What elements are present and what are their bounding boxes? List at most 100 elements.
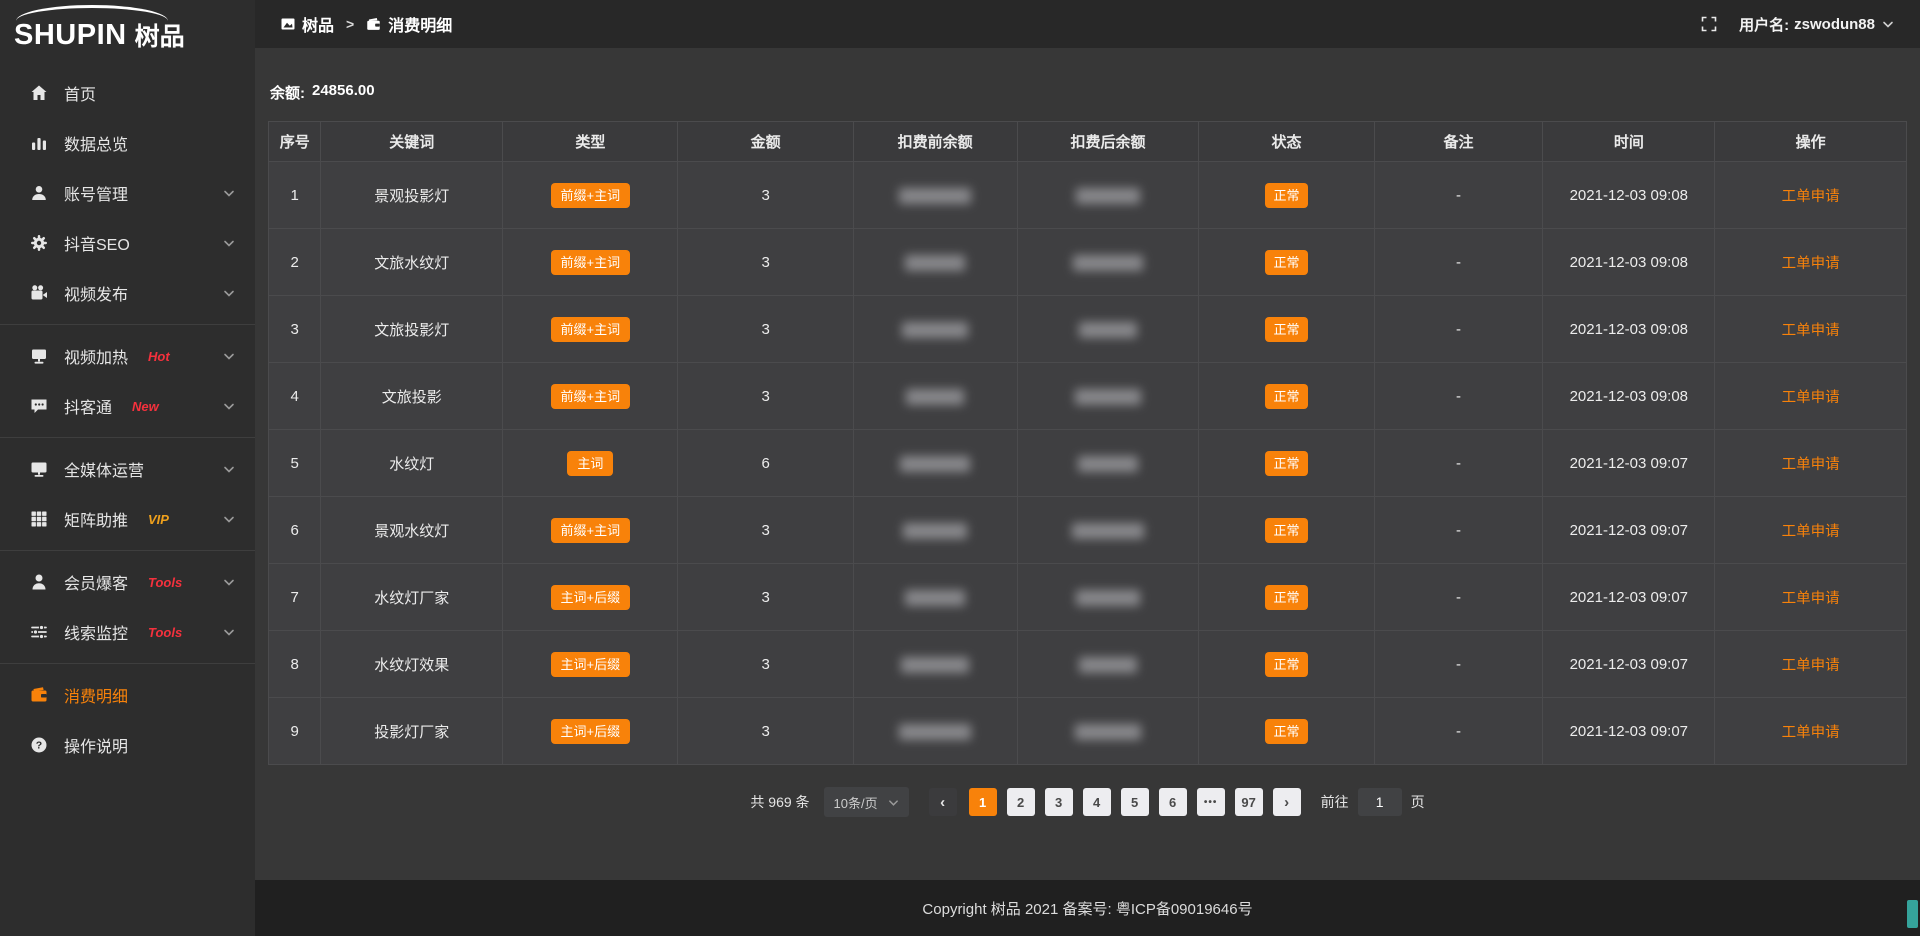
table-row: 1景观投影灯前缀+主词3正常-2021-12-03 09:08工单申请 (269, 162, 1907, 229)
work-order-link[interactable]: 工单申请 (1782, 658, 1840, 674)
cell-seq: 1 (269, 162, 321, 229)
cell-keyword: 文旅投影灯 (321, 296, 503, 363)
sidebar-item-数据总览[interactable]: 数据总览 (0, 118, 255, 168)
page-button-1[interactable]: 1 (969, 788, 997, 816)
work-order-link[interactable]: 工单申请 (1782, 323, 1840, 339)
sidebar-item-视频发布[interactable]: 视频发布 (0, 268, 255, 318)
redacted-balance-before (899, 724, 971, 740)
chevron-down-icon (223, 187, 235, 199)
cell-keyword: 景观水纹灯 (321, 497, 503, 564)
page-button-97[interactable]: 97 (1235, 788, 1263, 816)
page-ellipsis-button[interactable]: ••• (1197, 788, 1225, 816)
cell-status: 正常 (1199, 296, 1374, 363)
cell-time: 2021-12-03 09:07 (1543, 631, 1715, 698)
cell-keyword: 文旅投影 (321, 363, 503, 430)
sidebar-item-全媒体运营[interactable]: 全媒体运营 (0, 444, 255, 494)
sidebar-item-线索监控[interactable]: 线索监控 Tools (0, 607, 255, 657)
page-button-3[interactable]: 3 (1045, 788, 1073, 816)
work-order-link[interactable]: 工单申请 (1782, 725, 1840, 741)
chevron-down-icon (1882, 18, 1894, 30)
sidebar-item-首页[interactable]: 首页 (0, 68, 255, 118)
sidebar-item-会员爆客[interactable]: 会员爆客Tools (0, 557, 255, 607)
page-button-4[interactable]: 4 (1083, 788, 1111, 816)
table-row: 5水纹灯主词6正常-2021-12-03 09:07工单申请 (269, 430, 1907, 497)
sidebar-item-视频加热[interactable]: 视频加热Hot (0, 331, 255, 381)
sidebar-item-账号管理[interactable]: 账号管理 (0, 168, 255, 218)
sidebar-item-badge: Tools (148, 625, 182, 640)
cell-balance-before (853, 497, 1017, 564)
chevron-down-icon (223, 237, 235, 249)
status-badge: 正常 (1265, 585, 1307, 610)
table-row: 8水纹灯效果主词+后缀3正常-2021-12-03 09:07工单申请 (269, 631, 1907, 698)
username-value: zswodun88 (1794, 16, 1875, 33)
sidebar-item-badge: New (132, 399, 159, 414)
user-menu[interactable]: 用户名: zswodun88 (1739, 14, 1894, 35)
chevron-down-icon (223, 513, 235, 525)
type-badge: 主词+后缀 (551, 652, 631, 677)
sidebar-item-消费明细[interactable]: 消费明细 (0, 670, 255, 720)
work-order-link[interactable]: 工单申请 (1782, 591, 1840, 607)
footer: Copyright 树品 2021 备案号: 粤ICP备09019646号 (255, 880, 1920, 936)
cell-balance-before (853, 229, 1017, 296)
bar-chart-icon (30, 134, 48, 152)
sidebar-item-抖音SEO[interactable]: 抖音SEO (0, 218, 255, 268)
username-label: 用户名: (1739, 14, 1789, 35)
goto-page-input[interactable] (1358, 788, 1402, 816)
breadcrumb-label: 消费明细 (388, 12, 452, 36)
page-button-5[interactable]: 5 (1121, 788, 1149, 816)
fullscreen-icon[interactable] (1701, 16, 1717, 32)
work-order-link[interactable]: 工单申请 (1782, 256, 1840, 272)
monitor-icon (30, 460, 48, 478)
cell-time: 2021-12-03 09:08 (1543, 296, 1715, 363)
work-order-link[interactable]: 工单申请 (1782, 390, 1840, 406)
page-button-2[interactable]: 2 (1007, 788, 1035, 816)
table-row: 7水纹灯厂家主词+后缀3正常-2021-12-03 09:07工单申请 (269, 564, 1907, 631)
cell-balance-after (1017, 497, 1199, 564)
table-row: 6景观水纹灯前缀+主词3正常-2021-12-03 09:07工单申请 (269, 497, 1907, 564)
cell-amount: 3 (678, 296, 853, 363)
breadcrumb-item-home[interactable]: 树品 (281, 12, 334, 36)
cell-type: 前缀+主词 (503, 229, 678, 296)
type-badge: 前缀+主词 (551, 183, 631, 208)
sidebar-item-label: 数据总览 (64, 131, 128, 155)
cell-time: 2021-12-03 09:08 (1543, 162, 1715, 229)
sidebar-item-矩阵助推[interactable]: 矩阵助推VIP (0, 494, 255, 544)
goto-label: 前往 (1321, 792, 1349, 812)
cell-action: 工单申请 (1715, 631, 1907, 698)
work-order-link[interactable]: 工单申请 (1782, 457, 1840, 473)
redacted-balance-after (1076, 188, 1140, 204)
page-size-select[interactable]: 10条/页 (824, 787, 909, 817)
cell-time: 2021-12-03 09:07 (1543, 698, 1715, 765)
cell-seq: 4 (269, 363, 321, 430)
work-order-link[interactable]: 工单申请 (1782, 524, 1840, 540)
cell-status: 正常 (1199, 363, 1374, 430)
sidebar-item-label: 抖音SEO (64, 231, 130, 255)
goto-suffix: 页 (1411, 792, 1425, 812)
sidebar-item-label: 全媒体运营 (64, 457, 144, 481)
scrollbar-thumb[interactable] (1907, 900, 1918, 928)
column-header: 状态 (1199, 122, 1374, 162)
prev-page-button[interactable]: ‹ (929, 788, 957, 816)
cell-amount: 3 (678, 564, 853, 631)
redacted-balance-after (1073, 255, 1143, 271)
sidebar-item-抖客通[interactable]: 抖客通New (0, 381, 255, 431)
cell-balance-after (1017, 229, 1199, 296)
redacted-balance-after (1076, 590, 1140, 606)
sidebar-item-label: 会员爆客 (64, 570, 128, 594)
redacted-balance-after (1078, 456, 1138, 472)
cell-seq: 9 (269, 698, 321, 765)
home-icon (30, 84, 48, 102)
sidebar-item-操作说明[interactable]: ?操作说明 (0, 720, 255, 770)
brand-logo[interactable]: SHUPIN 树品 (0, 0, 255, 56)
work-order-link[interactable]: 工单申请 (1782, 189, 1840, 205)
consumption-table: 序号关键词类型金额扣费前余额扣费后余额状态备注时间操作 1景观投影灯前缀+主词3… (268, 121, 1907, 765)
next-page-button[interactable]: › (1273, 788, 1301, 816)
sliders-icon (30, 623, 48, 641)
table-row: 2文旅水纹灯前缀+主词3正常-2021-12-03 09:08工单申请 (269, 229, 1907, 296)
page-button-6[interactable]: 6 (1159, 788, 1187, 816)
cell-seq: 7 (269, 564, 321, 631)
status-badge: 正常 (1265, 317, 1307, 342)
brand-name-en: SHUPIN (14, 21, 127, 50)
sidebar-item-label: 线索监控 (64, 620, 128, 644)
cell-action: 工单申请 (1715, 564, 1907, 631)
